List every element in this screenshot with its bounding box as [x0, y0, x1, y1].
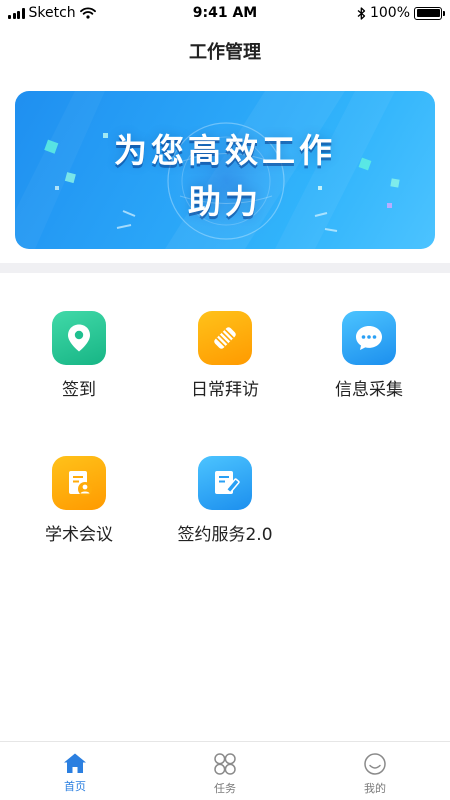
location-pin-icon	[52, 311, 106, 365]
status-right: 100%	[357, 5, 445, 21]
tab-label-tasks: 任务	[214, 782, 236, 795]
handshake-icon	[198, 311, 252, 365]
meeting-doc-icon	[52, 456, 106, 510]
tab-label-home: 首页	[64, 780, 86, 793]
grid-label-academic-meeting: 学术会议	[45, 525, 113, 545]
tab-bar: 首页 任务 我的	[0, 741, 450, 800]
smiley-icon	[364, 753, 386, 775]
tab-tasks[interactable]: 任务	[150, 742, 300, 800]
wifi-icon	[79, 7, 96, 19]
status-bar: Sketch 9:41 AM 100%	[0, 0, 450, 26]
carrier-label: Sketch	[28, 5, 76, 21]
home-icon	[64, 753, 86, 773]
banner-headline-line2: 助力	[188, 182, 262, 221]
grid-item-contract-service[interactable]: 签约服务2.0	[150, 456, 300, 545]
bluetooth-icon	[357, 6, 366, 20]
banner-headline-line1: 为您高效工作	[114, 131, 336, 170]
grid-label-info-collection: 信息采集	[335, 380, 403, 400]
grid-label-check-in: 签到	[62, 380, 96, 400]
grid-icon	[214, 753, 236, 775]
grid-item-academic-meeting[interactable]: 学术会议	[4, 456, 154, 545]
battery-percent: 100%	[369, 5, 410, 21]
sign-doc-icon	[198, 456, 252, 510]
tab-mine[interactable]: 我的	[300, 742, 450, 800]
grid-label-daily-visit: 日常拜访	[191, 380, 259, 400]
tab-home[interactable]: 首页	[0, 742, 150, 800]
section-divider	[0, 263, 450, 273]
promo-banner[interactable]: 为您高效工作 助力	[15, 91, 435, 249]
page-title: 工作管理	[189, 42, 261, 63]
chat-bubble-icon	[342, 311, 396, 365]
grid-item-info-collection[interactable]: 信息采集	[294, 311, 444, 400]
tab-label-mine: 我的	[364, 782, 386, 795]
signal-icon	[8, 7, 25, 19]
battery-fill	[416, 9, 440, 17]
battery-icon	[414, 6, 445, 20]
grid-item-check-in[interactable]: 签到	[4, 311, 154, 400]
grid-item-daily-visit[interactable]: 日常拜访	[150, 311, 300, 400]
status-left: Sketch	[8, 5, 96, 21]
grid-label-contract-service: 签约服务2.0	[177, 525, 273, 545]
